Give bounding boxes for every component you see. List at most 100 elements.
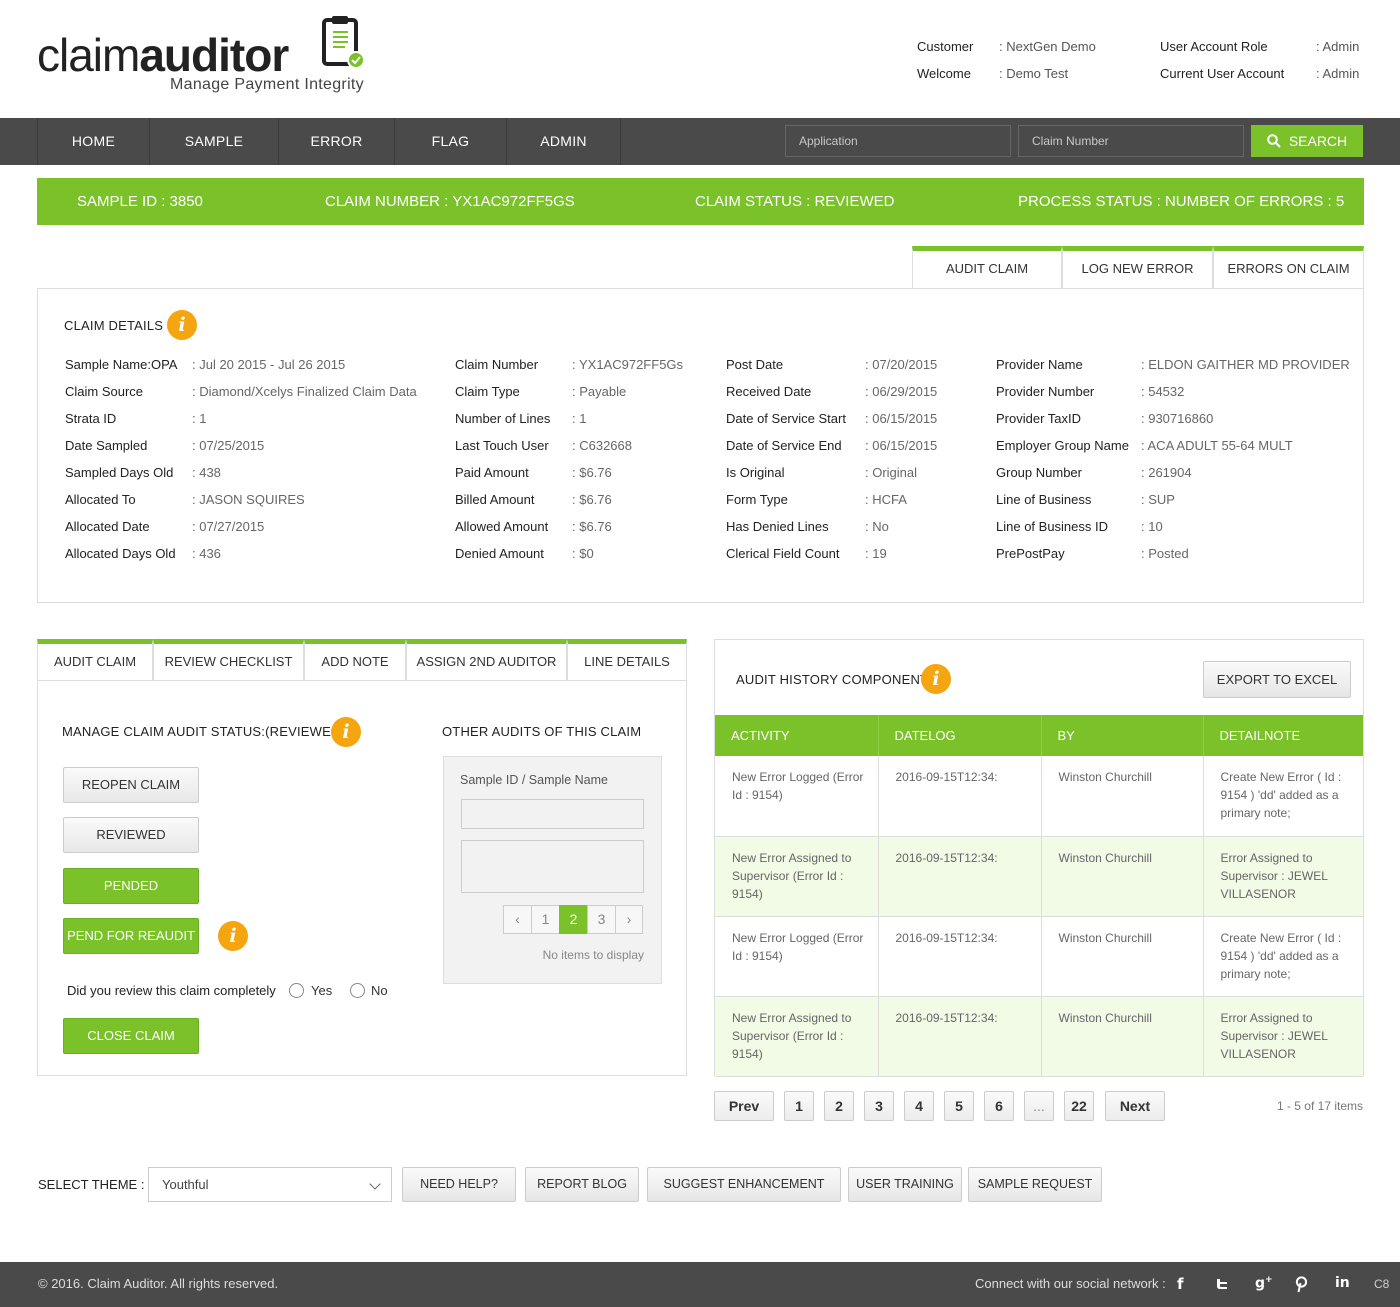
- column-header-activity[interactable]: ACTIVITY: [715, 715, 879, 756]
- search-label: SEARCH: [1288, 133, 1348, 149]
- table-row[interactable]: New Error Assigned to Supervisor (Error …: [715, 836, 1363, 917]
- application-input[interactable]: [785, 125, 1011, 157]
- tab-log-new-error[interactable]: LOG NEW ERROR: [1062, 246, 1213, 289]
- review-yes-radio[interactable]: [289, 983, 304, 998]
- theme-select[interactable]: Youthful: [148, 1167, 392, 1202]
- clipboard-check-icon: [322, 16, 365, 69]
- other-audits-title: OTHER AUDITS OF THIS CLAIM: [442, 724, 642, 739]
- table-row[interactable]: New Error Logged (Error Id : 9154) 2016-0…: [715, 916, 1363, 997]
- tab-add-note[interactable]: ADD NOTE: [304, 639, 406, 682]
- theme-select-value: Youthful: [162, 1177, 209, 1192]
- claim-number-input[interactable]: [1018, 125, 1244, 157]
- current-account-label: Current User Account: [1160, 66, 1285, 81]
- sample-list[interactable]: [461, 840, 644, 893]
- claim-status: CLAIM STATUS : REVIEWED: [695, 193, 895, 210]
- report-blog-button[interactable]: REPORT BLOG: [525, 1167, 639, 1202]
- facebook-icon[interactable]: f: [1177, 1275, 1184, 1293]
- nav-item-home[interactable]: HOME: [38, 118, 150, 165]
- google-plus-icon[interactable]: g+: [1255, 1275, 1273, 1292]
- audit-history-table: ACTIVITY DATELOG BY DETAILNOTE New Error…: [715, 715, 1363, 1077]
- chevron-down-icon: [369, 1178, 381, 1190]
- welcome-value: : Demo Test: [999, 66, 1069, 81]
- customer-value: : NextGen Demo: [999, 39, 1096, 54]
- logo-wordmark: claimauditor: [37, 29, 289, 81]
- nav-item-error[interactable]: ERROR: [279, 118, 395, 165]
- pager-page-current[interactable]: 2: [559, 905, 587, 934]
- pager-page[interactable]: 22: [1064, 1091, 1094, 1121]
- pager-page[interactable]: 1: [784, 1091, 814, 1121]
- user-info-left: Customer : NextGen Demo Welcome : Demo Tes…: [917, 38, 1096, 92]
- tab-line-details[interactable]: LINE DETAILS: [567, 639, 687, 682]
- other-audits-pager: ‹ 1 2 3 ›: [503, 905, 643, 934]
- pended-button[interactable]: PENDED: [63, 868, 199, 904]
- close-claim-button[interactable]: CLOSE CLAIM: [63, 1018, 199, 1054]
- logo[interactable]: claimauditor Manage Payment Integrity: [37, 14, 377, 104]
- footer: © 2016. Claim Auditor. All rights reserv…: [0, 1262, 1400, 1307]
- pager-page[interactable]: 1: [531, 905, 559, 934]
- info-icon[interactable]: i: [167, 310, 197, 340]
- audit-history-panel: AUDIT HISTORY COMPONENT i EXPORT TO EXCE…: [714, 639, 1364, 1077]
- pager-next-icon[interactable]: ›: [615, 905, 643, 934]
- info-icon[interactable]: i: [331, 717, 361, 747]
- pager-next-button[interactable]: Next: [1105, 1091, 1165, 1121]
- review-no-radio[interactable]: [350, 983, 365, 998]
- audit-claim-panel: MANAGE CLAIM AUDIT STATUS:(REVIEWED) i O…: [37, 680, 687, 1076]
- main-nav: HOME SAMPLE ERROR FLAG ADMIN: [0, 118, 1400, 165]
- pager-page[interactable]: 4: [904, 1091, 934, 1121]
- user-info-right: User Account Role: Admin Current User Ac…: [1160, 38, 1359, 92]
- pager-page[interactable]: 5: [944, 1091, 974, 1121]
- nav-item-admin[interactable]: ADMIN: [507, 118, 621, 165]
- pager-page[interactable]: 6: [984, 1091, 1014, 1121]
- theme-label: SELECT THEME :: [38, 1177, 145, 1192]
- sample-request-button[interactable]: SAMPLE REQUEST: [968, 1167, 1102, 1202]
- column-header-by[interactable]: BY: [1041, 715, 1204, 756]
- nav-item-flag[interactable]: FLAG: [395, 118, 507, 165]
- pager-prev-icon[interactable]: ‹: [503, 905, 531, 934]
- reviewed-button[interactable]: REVIEWED: [63, 817, 199, 853]
- export-to-excel-button[interactable]: EXPORT TO EXCEL: [1203, 661, 1351, 698]
- claim-number-status: CLAIM NUMBER : YX1AC972FF5GS: [325, 193, 575, 210]
- need-help-button[interactable]: NEED HELP?: [402, 1167, 516, 1202]
- nav-item-sample[interactable]: SAMPLE: [150, 118, 279, 165]
- user-training-button[interactable]: USER TRAINING: [848, 1167, 962, 1202]
- pager-page[interactable]: 3: [587, 905, 615, 934]
- table-row[interactable]: New Error Assigned to Supervisor (Error …: [715, 996, 1363, 1077]
- pinterest-icon[interactable]: [1295, 1276, 1308, 1293]
- current-account-value: : Admin: [1316, 66, 1360, 81]
- audit-history-title: AUDIT HISTORY COMPONENT: [736, 672, 929, 687]
- header: claimauditor Manage Payment Integrity Cu…: [0, 0, 1400, 118]
- other-audits-label: Sample ID / Sample Name: [460, 773, 608, 787]
- table-row[interactable]: New Error Logged (Error Id : 9154) 2016-0…: [715, 756, 1363, 837]
- pager-page[interactable]: 2: [824, 1091, 854, 1121]
- tab-audit-claim-lower[interactable]: AUDIT CLAIM: [37, 639, 153, 682]
- reopen-claim-button[interactable]: REOPEN CLAIM: [63, 767, 199, 803]
- pager-prev-button[interactable]: Prev: [714, 1091, 774, 1121]
- pager-page[interactable]: 3: [864, 1091, 894, 1121]
- sample-id-status: SAMPLE ID : 3850: [77, 193, 203, 210]
- no-items-text: No items to display: [542, 948, 644, 962]
- social-label: Connect with our social network :: [975, 1276, 1166, 1291]
- suggest-enhancement-button[interactable]: SUGGEST ENHANCEMENT: [647, 1167, 841, 1202]
- pager-ellipsis[interactable]: ...: [1024, 1091, 1054, 1121]
- role-value: : Admin: [1316, 39, 1360, 54]
- tab-review-checklist[interactable]: REVIEW CHECKLIST: [153, 639, 304, 682]
- tab-errors-on-claim[interactable]: ERRORS ON CLAIM: [1213, 246, 1364, 289]
- customer-label: Customer: [917, 39, 974, 54]
- info-icon[interactable]: i: [921, 664, 951, 694]
- sample-id-input[interactable]: [461, 799, 644, 829]
- other-audits-box: Sample ID / Sample Name ‹ 1 2 3 › No ite…: [443, 756, 662, 984]
- pend-for-reaudit-button[interactable]: PEND FOR REAUDIT: [63, 918, 199, 954]
- welcome-label: Welcome: [917, 66, 971, 81]
- search-button[interactable]: SEARCH: [1251, 125, 1363, 157]
- tab-assign-2nd-auditor[interactable]: ASSIGN 2ND AUDITOR: [406, 639, 567, 682]
- twitter-icon[interactable]: [1215, 1278, 1229, 1291]
- logo-tagline: Manage Payment Integrity: [170, 76, 364, 93]
- claim-status-bar: SAMPLE ID : 3850 CLAIM NUMBER : YX1AC972…: [37, 178, 1364, 225]
- column-header-datelog[interactable]: DATELOG: [878, 715, 1042, 756]
- copyright-text: © 2016. Claim Auditor. All rights reserv…: [38, 1276, 279, 1291]
- linkedin-icon[interactable]: in: [1335, 1275, 1350, 1291]
- version-label: C8: [1374, 1277, 1390, 1291]
- column-header-detailnote[interactable]: DETAILNOTE: [1203, 715, 1363, 756]
- tab-audit-claim[interactable]: AUDIT CLAIM: [912, 246, 1062, 289]
- info-icon[interactable]: i: [218, 921, 248, 951]
